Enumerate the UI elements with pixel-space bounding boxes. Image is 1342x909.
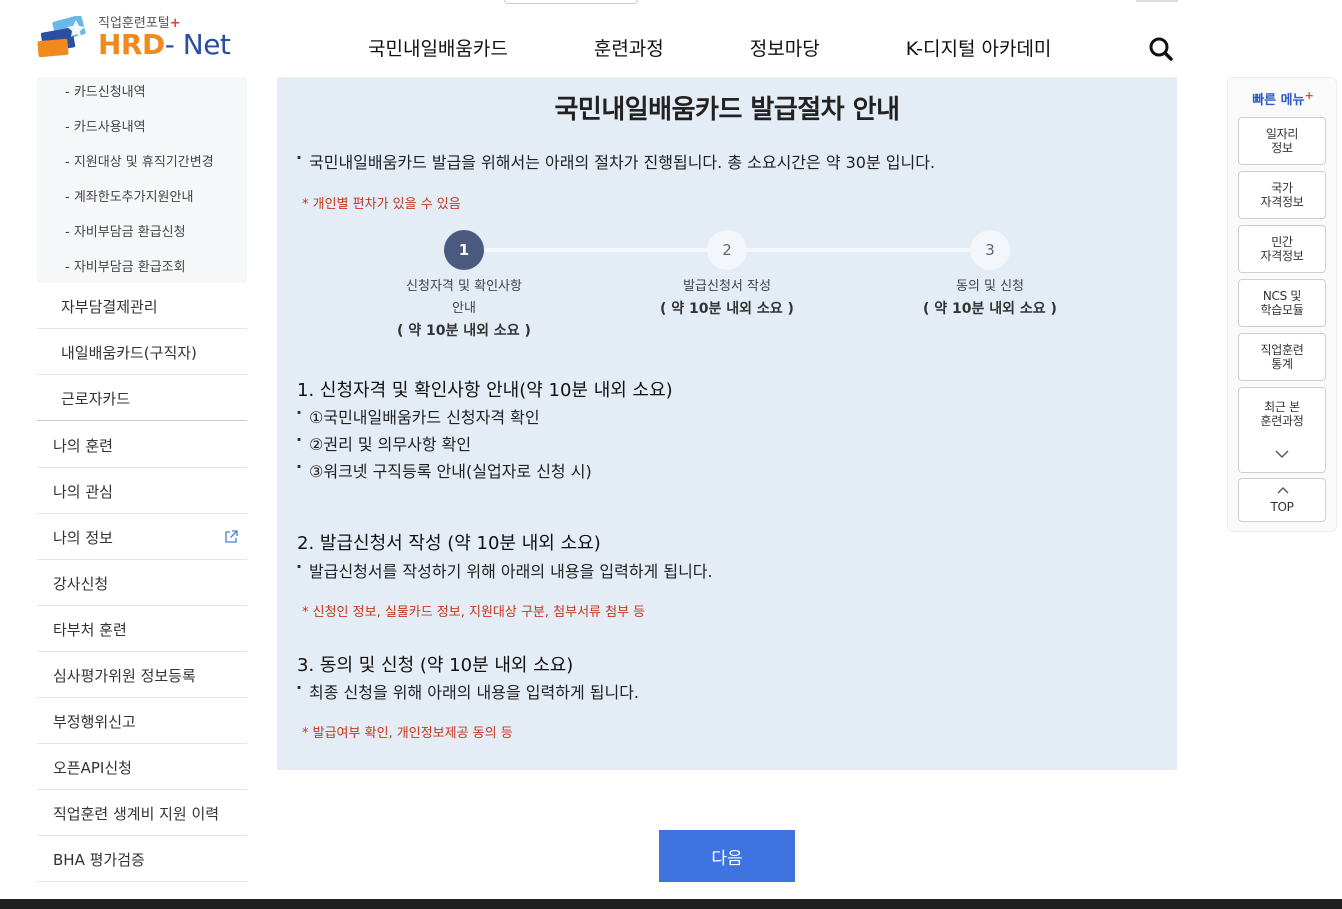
divider (37, 467, 247, 468)
section-1-item: ①국민내일배움카드 신청자격 확인 (296, 403, 540, 428)
hrd-net-logo[interactable]: 직업훈련포털+ HRD- Net (36, 12, 236, 64)
divider (37, 559, 247, 560)
sidebar-item-my-training[interactable]: 나의 훈련 (53, 435, 113, 456)
taskbar (0, 899, 1342, 909)
chevron-up-icon (1277, 487, 1289, 494)
sidebar-item-fraud-report[interactable]: 부정행위신고 (53, 711, 136, 732)
quick-menu-title: 빠른 메뉴+ (1252, 89, 1314, 108)
gnb-k-digital[interactable]: K-디지털 아카데미 (906, 34, 1052, 61)
quick-job-info-button[interactable]: 일자리 정보 (1238, 117, 1326, 165)
sidebar-item-open-api[interactable]: 오픈API신청 (53, 757, 132, 778)
sidebar-sub-limit-extra[interactable]: - 계좌한도추가지원안내 (65, 186, 193, 205)
divider (37, 374, 247, 375)
divider (37, 789, 247, 790)
sidebar-item-my-info[interactable]: 나의 정보 (53, 527, 113, 548)
divider (37, 743, 247, 744)
gnb-course[interactable]: 훈련과정 (594, 34, 664, 61)
top-line (1136, 0, 1178, 2)
step-1-label: 신청자격 및 확인사항 안내 ( 약 10분 내외 소요 ) (397, 279, 531, 339)
sidebar-sub-support-change[interactable]: - 지원대상 및 휴직기간변경 (65, 151, 214, 170)
quick-ncs-button[interactable]: NCS 및 학습모듈 (1238, 279, 1326, 327)
divider (37, 420, 247, 421)
sidebar-item-self-payment[interactable]: 자부담결제관리 (61, 296, 158, 317)
chevron-down-icon (1275, 450, 1289, 458)
quick-training-stats-button[interactable]: 직업훈련 통계 (1238, 333, 1326, 381)
quick-menu: 빠른 메뉴+ 일자리 정보 국가 자격정보 민간 자격정보 NCS 및 학습모듈 직업훈… (1227, 77, 1337, 532)
intro-note: * 개인별 편차가 있을 수 있음 (302, 197, 461, 212)
sidebar-sub-refund-inquiry[interactable]: - 자비부담금 환급조회 (65, 256, 186, 275)
quick-recent-courses-button[interactable]: 최근 본 훈련과정 (1238, 387, 1326, 473)
section-3-desc: 최종 신청을 위해 아래의 내용을 입력하게 됩니다. (296, 678, 639, 703)
logo-mark-icon (37, 16, 86, 58)
logo-title: HRD- Net (98, 28, 231, 61)
step-1-circle: 1 (444, 230, 484, 270)
sidebar-submenu: - 카드신청내역 - 카드사용내역 - 지원대상 및 휴직기간변경 - 계좌한도… (37, 77, 247, 283)
section-1-title: 1. 신청자격 및 확인사항 안내(약 10분 내외 소요) (297, 380, 673, 401)
step-2-circle: 2 (707, 230, 747, 270)
gnb-card[interactable]: 국민내일배움카드 (368, 34, 508, 61)
quick-national-cert-button[interactable]: 국가 자격정보 (1238, 171, 1326, 219)
section-3-title: 3. 동의 및 신청 (약 10분 내외 소요) (297, 655, 574, 676)
divider (37, 605, 247, 606)
step-3-label: 동의 및 신청 ( 약 10분 내외 소요 ) (923, 279, 1057, 317)
section-1-item: ③워크넷 구직등록 안내(실업자로 신청 시) (296, 457, 592, 482)
sidebar: - 카드신청내역 - 카드사용내역 - 지원대상 및 휴직기간변경 - 계좌한도… (37, 77, 247, 909)
divider (37, 651, 247, 652)
sidebar-item-evaluator-register[interactable]: 심사평가위원 정보등록 (53, 665, 196, 686)
intro-text: 국민내일배움카드 발급을 위해서는 아래의 절차가 진행됩니다. 총 소요시간은… (296, 148, 935, 173)
issuance-guide-panel: 국민내일배움카드 발급절차 안내 국민내일배움카드 발급을 위해서는 아래의 절… (277, 77, 1177, 770)
top-tab (504, 0, 638, 4)
divider (37, 835, 247, 836)
sidebar-item-other-ministry[interactable]: 타부처 훈련 (53, 619, 127, 640)
step-3-circle: 3 (970, 230, 1010, 270)
sidebar-item-my-interest[interactable]: 나의 관심 (53, 481, 113, 502)
sidebar-sub-card-usage[interactable]: - 카드사용내역 (65, 116, 146, 135)
scroll-top-button[interactable]: TOP (1238, 478, 1326, 522)
quick-private-cert-button[interactable]: 민간 자격정보 (1238, 225, 1326, 273)
header: 직업훈련포털+ HRD- Net 국민내일배움카드 훈련과정 정보마당 K-디지… (0, 0, 1342, 77)
step-2-label: 발급신청서 작성 ( 약 10분 내외 소요 ) (660, 279, 794, 317)
section-1-item: ②권리 및 의무사항 확인 (296, 430, 471, 455)
divider (37, 881, 247, 882)
section-2-note: * 신청인 정보, 실물카드 정보, 지원대상 구분, 첨부서류 첨부 등 (302, 605, 646, 620)
sidebar-item-bha-verify[interactable]: BHA 평가검증 (53, 849, 145, 870)
sidebar-item-instructor-apply[interactable]: 강사신청 (53, 573, 108, 594)
sidebar-item-worker-card[interactable]: 근로자카드 (61, 388, 130, 409)
global-nav: 국민내일배움카드 훈련과정 정보마당 K-디지털 아카데미 (368, 34, 1137, 61)
page: 직업훈련포털+ HRD- Net 국민내일배움카드 훈련과정 정보마당 K-디지… (0, 0, 1342, 909)
section-2-title: 2. 발급신청서 작성 (약 10분 내외 소요) (297, 533, 601, 554)
sidebar-sub-refund-apply[interactable]: - 자비부담금 환급신청 (65, 221, 186, 240)
next-button[interactable]: 다음 (659, 830, 795, 882)
divider (37, 697, 247, 698)
divider (37, 328, 247, 329)
sidebar-sub-card-apply-history[interactable]: - 카드신청내역 (65, 81, 146, 100)
sidebar-item-living-cost-history[interactable]: 직업훈련 생계비 지원 이력 (53, 803, 219, 824)
section-2-desc: 발급신청서를 작성하기 위해 아래의 내용을 입력하게 됩니다. (296, 557, 713, 582)
page-title: 국민내일배움카드 발급절차 안내 (554, 95, 900, 125)
divider (37, 513, 247, 514)
external-link-icon[interactable] (223, 529, 239, 545)
sidebar-item-job-seeker-card[interactable]: 내일배움카드(구직자) (61, 342, 197, 363)
section-3-note: * 발급여부 확인, 개인정보제공 동의 등 (302, 726, 513, 741)
gnb-info[interactable]: 정보마당 (750, 34, 820, 61)
search-icon[interactable] (1148, 36, 1174, 62)
